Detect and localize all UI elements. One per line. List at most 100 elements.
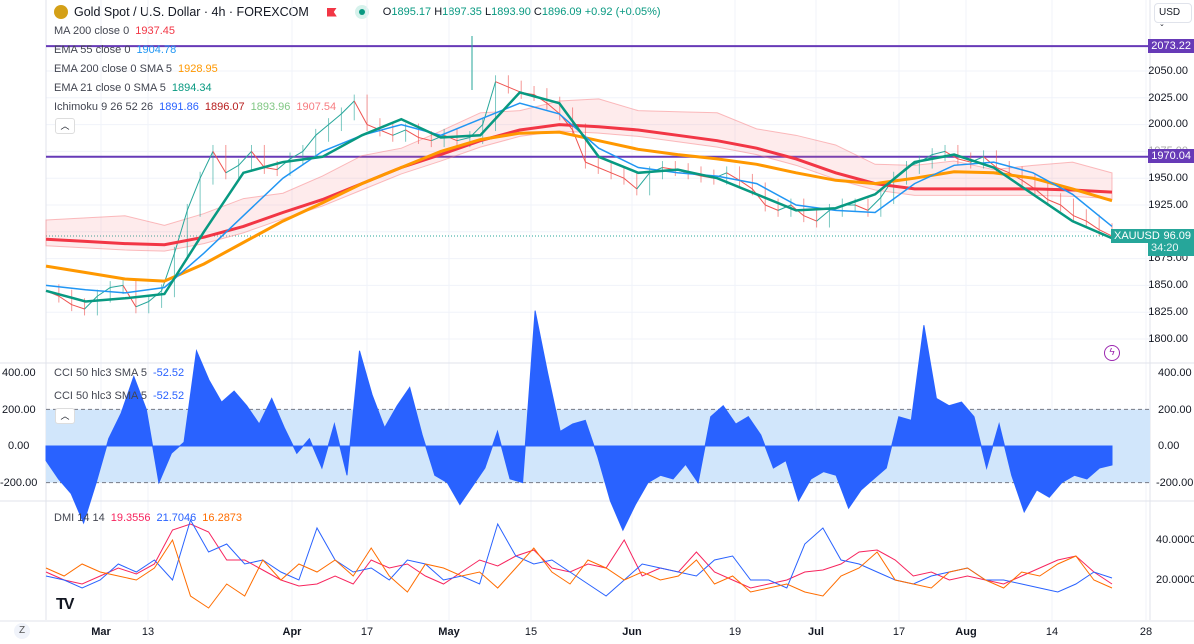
time-label: 14 — [1045, 626, 1059, 638]
price-candle — [765, 204, 779, 211]
time-label: Mar — [91, 626, 111, 638]
level-tag-upper: 2073.22 — [1148, 39, 1194, 53]
time-label: Aug — [955, 626, 977, 638]
legend-ma200[interactable]: MA 200 close 0 1937.45 — [54, 25, 175, 37]
price-tick: 1825.00 — [1148, 306, 1188, 318]
legend-ema55[interactable]: EMA 55 close 0 1904.78 — [54, 44, 176, 56]
price-candle — [610, 172, 625, 179]
price-candle — [816, 209, 830, 222]
legend-ema21[interactable]: EMA 21 close 0 SMA 5 1894.34 — [54, 82, 212, 94]
dmi-adx-line — [45, 538, 1113, 609]
legend-label: DMI 14 14 — [54, 512, 105, 524]
dmi-tick: 40.0000 — [1156, 534, 1194, 546]
price-candle — [251, 151, 265, 168]
cci-tick: 200.00 — [1158, 404, 1192, 416]
time-label: Jul — [808, 626, 824, 638]
price-candle — [225, 164, 239, 174]
legend-cci-2[interactable]: CCI 50 hlc3 SMA 5 -52.52 — [54, 390, 184, 402]
legend-ema200[interactable]: EMA 200 close 0 SMA 5 1928.95 — [54, 63, 218, 75]
legend-label: EMA 55 close 0 — [54, 44, 131, 56]
price-candle — [598, 167, 612, 174]
price-candle — [315, 124, 329, 136]
cci-tick: -200.00 — [1156, 477, 1194, 489]
dmi-tick: 20.0000 — [1156, 574, 1194, 586]
legend-value: -52.52 — [152, 390, 185, 402]
price-candle — [1073, 215, 1087, 222]
price-tick: 2050.00 — [1148, 65, 1188, 77]
legend-value: 19.3556 — [110, 512, 151, 524]
time-label: Apr — [282, 626, 302, 638]
legend-value: 1907.54 — [296, 101, 337, 113]
price-candle — [353, 100, 368, 125]
bar-countdown: 34:20 — [1151, 242, 1179, 254]
price-candle — [302, 135, 317, 152]
legend-value: 1896.07 — [204, 101, 245, 113]
collapse-legend-button[interactable]: ︿ — [55, 118, 75, 134]
price-candle — [585, 161, 599, 168]
legend-label: MA 200 close 0 — [54, 25, 130, 37]
time-label: May — [438, 626, 460, 638]
time-label: 28 — [1139, 626, 1153, 638]
symbol-tag: XAUUSD — [1111, 229, 1163, 243]
legend-label: CCI 50 hlc3 SMA 5 — [54, 390, 147, 402]
legend-value: 1937.45 — [135, 25, 175, 37]
time-label: Jun — [622, 626, 642, 638]
price-candle — [341, 100, 355, 115]
legend-label: EMA 21 close 0 SMA 5 — [54, 82, 166, 94]
chart-canvas[interactable] — [0, 0, 1194, 644]
cci-tick-left: 200.00 — [2, 404, 36, 416]
price-candle — [392, 129, 406, 136]
price-candle — [379, 129, 393, 136]
legend-label: Ichimoku 9 26 52 26 — [54, 101, 154, 113]
legend-value: 1893.96 — [250, 101, 291, 113]
price-candle — [186, 178, 201, 211]
price-tick: 1800.00 — [1148, 333, 1188, 345]
price-tick: 1850.00 — [1148, 279, 1188, 291]
price-tick: 1950.00 — [1148, 172, 1188, 184]
price-candle — [803, 215, 817, 222]
lightning-icon[interactable]: ϟ — [1104, 345, 1120, 361]
legend-label: CCI 50 hlc3 SMA 5 — [54, 367, 147, 379]
price-candle — [495, 81, 509, 88]
legend-value: 1904.78 — [136, 44, 177, 56]
price-candle — [238, 151, 252, 166]
cci-tick: 0.00 — [1158, 440, 1180, 452]
time-label: 13 — [141, 626, 155, 638]
legend-value: 21.7046 — [156, 512, 197, 524]
price-candle — [199, 151, 214, 179]
legend-value: -52.52 — [152, 367, 185, 379]
legend-dmi[interactable]: DMI 14 14 19.3556 21.7046 16.2873 — [54, 512, 242, 524]
legend-label: EMA 200 close 0 SMA 5 — [54, 63, 173, 75]
time-label: 15 — [524, 626, 538, 638]
time-label: 19 — [728, 626, 742, 638]
cci-tick-left: 0.00 — [8, 440, 30, 452]
price-tick: 2025.00 — [1148, 92, 1188, 104]
tradingview-logo[interactable]: TV — [56, 596, 75, 614]
price-candle — [212, 151, 227, 174]
price-candle — [636, 172, 651, 190]
price-candle — [405, 129, 419, 138]
time-label: 17 — [360, 626, 374, 638]
legend-value: 1928.95 — [178, 63, 218, 75]
cci-tick: 400.00 — [1158, 367, 1192, 379]
cci-tick-left: -200.00 — [0, 477, 38, 489]
price-candle — [867, 197, 882, 211]
time-label: 17 — [892, 626, 906, 638]
legend-value: 16.2873 — [202, 512, 243, 524]
cci-tick-left: 400.00 — [2, 367, 36, 379]
price-tick: 2000.00 — [1148, 118, 1188, 130]
price-candle — [135, 301, 149, 308]
legend-value: 1891.86 — [159, 101, 199, 113]
price-candle — [854, 204, 869, 211]
dmi-di-line — [45, 518, 1113, 597]
price-candle — [623, 177, 638, 190]
collapse-cci-legend-button[interactable]: ︿ — [55, 408, 75, 424]
legend-value: 1894.34 — [171, 82, 212, 94]
timezone-button[interactable]: Z — [14, 623, 30, 639]
legend-ichimoku[interactable]: Ichimoku 9 26 52 26 1891.86 1896.07 1893.96… — [54, 101, 336, 113]
level-tag-lower: 1970.04 — [1148, 149, 1194, 163]
price-candle — [328, 113, 342, 125]
price-tick: 1925.00 — [1148, 199, 1188, 211]
legend-cci-1[interactable]: CCI 50 hlc3 SMA 5 -52.52 — [54, 367, 184, 379]
price-candle — [71, 304, 85, 310]
